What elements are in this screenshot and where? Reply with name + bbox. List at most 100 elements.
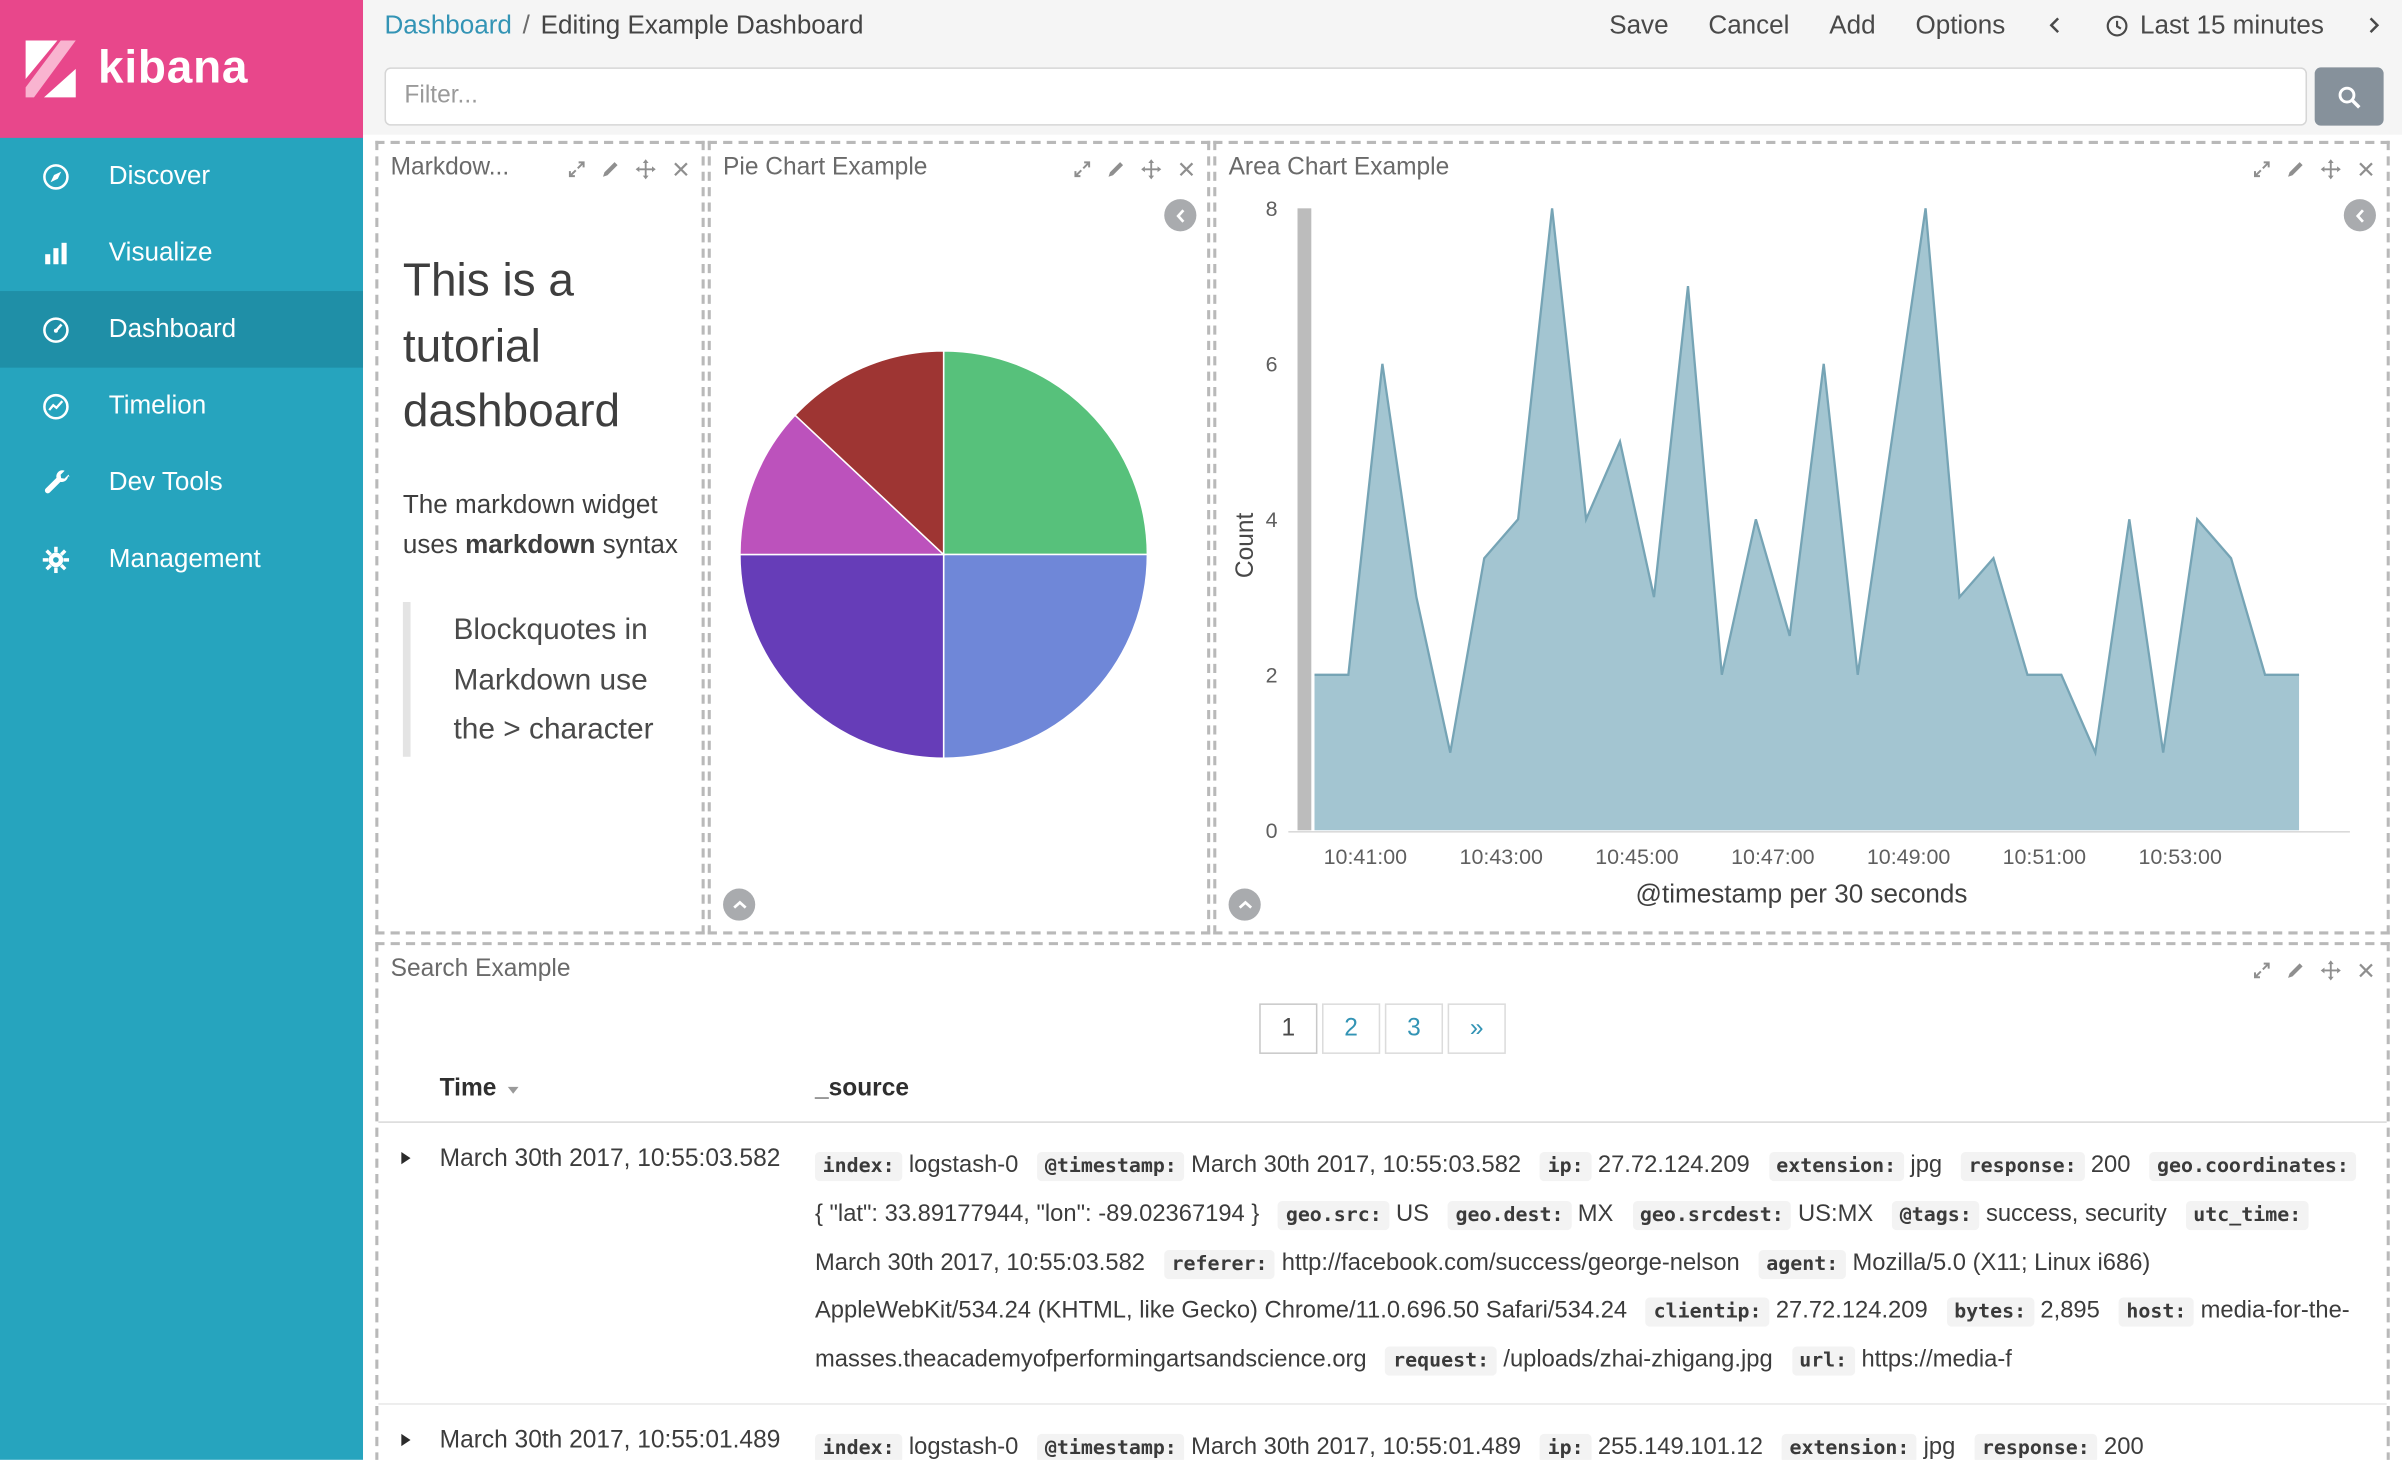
expand-row-icon[interactable] xyxy=(398,1423,439,1460)
area-series[interactable] xyxy=(1315,208,2300,830)
time-back-button[interactable] xyxy=(2045,15,2065,35)
panel-search: Search Example 1 2 3 » Time xyxy=(375,942,2389,1460)
legend-toggle-button[interactable] xyxy=(1164,199,1196,231)
timepicker-button[interactable]: Last 15 minutes xyxy=(2105,10,2324,41)
edit-panel-icon[interactable] xyxy=(2286,159,2306,179)
save-button[interactable]: Save xyxy=(1609,10,1668,41)
breadcrumb: Dashboard / Editing Example Dashboard xyxy=(385,10,864,41)
clock-icon xyxy=(2105,13,2130,38)
sidebar-item-visualize[interactable]: Visualize xyxy=(0,214,363,291)
expand-panel-icon[interactable] xyxy=(567,159,587,179)
spy-toggle-button[interactable] xyxy=(723,888,755,920)
move-panel-icon[interactable] xyxy=(1140,157,1163,180)
field-name: geo.src: xyxy=(1278,1201,1389,1230)
field-value: MX xyxy=(1578,1201,1614,1227)
markdown-heading: This is a tutorial dashboard xyxy=(403,250,686,446)
markdown-blockquote: Blockquotes in Markdown use the > charac… xyxy=(403,603,683,757)
field-value: /uploads/zhai-zhigang.jpg xyxy=(1503,1347,1772,1373)
breadcrumb-separator: / xyxy=(523,10,530,41)
move-panel-icon[interactable] xyxy=(2319,157,2342,180)
filter-input[interactable] xyxy=(385,67,2308,125)
page-2-button[interactable]: 2 xyxy=(1322,1003,1380,1054)
edit-panel-icon[interactable] xyxy=(2286,960,2306,980)
cancel-button[interactable]: Cancel xyxy=(1708,10,1789,41)
field-name: request: xyxy=(1386,1347,1497,1376)
edit-panel-icon[interactable] xyxy=(1106,159,1126,179)
remove-panel-icon[interactable] xyxy=(671,159,691,179)
page-1-button[interactable]: 1 xyxy=(1259,1003,1317,1054)
search-button[interactable] xyxy=(2315,67,2384,125)
field-name: agent: xyxy=(1759,1249,1846,1278)
field-value: 200 xyxy=(2091,1152,2131,1178)
move-panel-icon[interactable] xyxy=(2319,958,2342,981)
field-name: referer: xyxy=(1164,1249,1275,1278)
field-value: March 30th 2017, 10:55:03.582 xyxy=(1191,1152,1521,1178)
result-time: March 30th 2017, 10:55:03.582 xyxy=(440,1141,815,1384)
pie-chart-svg[interactable] xyxy=(714,325,1174,785)
field-name: @timestamp: xyxy=(1037,1434,1184,1460)
expand-row-icon[interactable] xyxy=(398,1141,439,1384)
search-icon xyxy=(2336,83,2362,109)
area-chart-svg[interactable]: 0246810:41:0010:43:0010:45:0010:47:0010:… xyxy=(1216,187,2386,873)
next-page-button[interactable]: » xyxy=(1448,1003,1506,1054)
pagination: 1 2 3 » xyxy=(378,1003,2386,1054)
sidebar-item-label: Dev Tools xyxy=(109,467,223,498)
edit-panel-icon[interactable] xyxy=(601,159,621,179)
pie-slice-3[interactable] xyxy=(740,555,944,759)
breadcrumb-current: Editing Example Dashboard xyxy=(541,10,864,41)
table-header: Time _source xyxy=(378,1075,2386,1122)
remove-panel-icon[interactable] xyxy=(2356,159,2376,179)
add-button[interactable]: Add xyxy=(1829,10,1875,41)
expand-panel-icon[interactable] xyxy=(1072,159,1092,179)
field-name: index: xyxy=(815,1152,902,1181)
panel-markdown: Markdow... This is a tutorial dashboard … xyxy=(375,141,704,935)
expand-panel-icon[interactable] xyxy=(2252,159,2272,179)
field-value: https://media-f xyxy=(1861,1347,2011,1373)
sidebar-item-management[interactable]: Management xyxy=(0,521,363,598)
column-header-time[interactable]: Time xyxy=(440,1075,815,1103)
compass-icon xyxy=(40,160,72,192)
move-panel-icon[interactable] xyxy=(634,157,657,180)
sidebar-item-dev-tools[interactable]: Dev Tools xyxy=(0,444,363,521)
y-axis-label: Count xyxy=(1233,487,1261,603)
time-forward-button[interactable] xyxy=(2364,15,2384,35)
field-value: 2,895 xyxy=(2040,1298,2099,1324)
page-3-button[interactable]: 3 xyxy=(1385,1003,1443,1054)
panel-title: Search Example xyxy=(391,956,571,984)
field-value: March 30th 2017, 10:55:01.489 xyxy=(1191,1434,1521,1460)
search-results-body: March 30th 2017, 10:55:03.582index: logs… xyxy=(378,1123,2386,1460)
x-tick-label: 10:41:00 xyxy=(1324,845,1408,869)
field-value: 255.149.101.12 xyxy=(1598,1434,1763,1460)
options-button[interactable]: Options xyxy=(1915,10,2005,41)
pie-slice-1[interactable] xyxy=(944,351,1148,555)
legend-toggle-button[interactable] xyxy=(2344,199,2376,231)
sidebar-item-discover[interactable]: Discover xyxy=(0,138,363,215)
field-name: extension: xyxy=(1782,1434,1917,1460)
breadcrumb-dashboard-link[interactable]: Dashboard xyxy=(385,10,512,41)
field-name: response: xyxy=(1974,1434,2097,1460)
result-time: March 30th 2017, 10:55:01.489 xyxy=(440,1423,815,1460)
field-name: clientip: xyxy=(1646,1298,1769,1327)
pie-slice-2[interactable] xyxy=(944,555,1148,759)
field-value: March 30th 2017, 10:55:03.582 xyxy=(815,1249,1145,1275)
x-tick-label: 10:53:00 xyxy=(2138,845,2222,869)
expand-panel-icon[interactable] xyxy=(2252,960,2272,980)
spy-toggle-button[interactable] xyxy=(1229,888,1261,920)
sidebar-item-label: Timelion xyxy=(109,391,206,422)
field-name: url: xyxy=(1792,1347,1855,1376)
kibana-app: kibana Discover Visualize Dashboard Time… xyxy=(0,0,2402,1460)
x-axis-label: @timestamp per 30 seconds xyxy=(1216,879,2386,910)
field-value: success, security xyxy=(1986,1201,2167,1227)
remove-panel-icon[interactable] xyxy=(1176,159,1196,179)
panel-area-chart: Area Chart Example Count 0246810:41:0010… xyxy=(1213,141,2389,935)
sidebar-item-dashboard[interactable]: Dashboard xyxy=(0,291,363,368)
panel-controls xyxy=(558,157,691,180)
panel-controls xyxy=(1063,157,1196,180)
sidebar-item-timelion[interactable]: Timelion xyxy=(0,368,363,445)
remove-panel-icon[interactable] xyxy=(2356,960,2376,980)
field-value: logstash-0 xyxy=(909,1152,1019,1178)
field-value: jpg xyxy=(1924,1434,1956,1460)
kibana-logo[interactable]: kibana xyxy=(0,0,363,138)
panel-header: Markdow... xyxy=(378,144,701,188)
table-row: March 30th 2017, 10:55:03.582index: logs… xyxy=(378,1123,2386,1405)
